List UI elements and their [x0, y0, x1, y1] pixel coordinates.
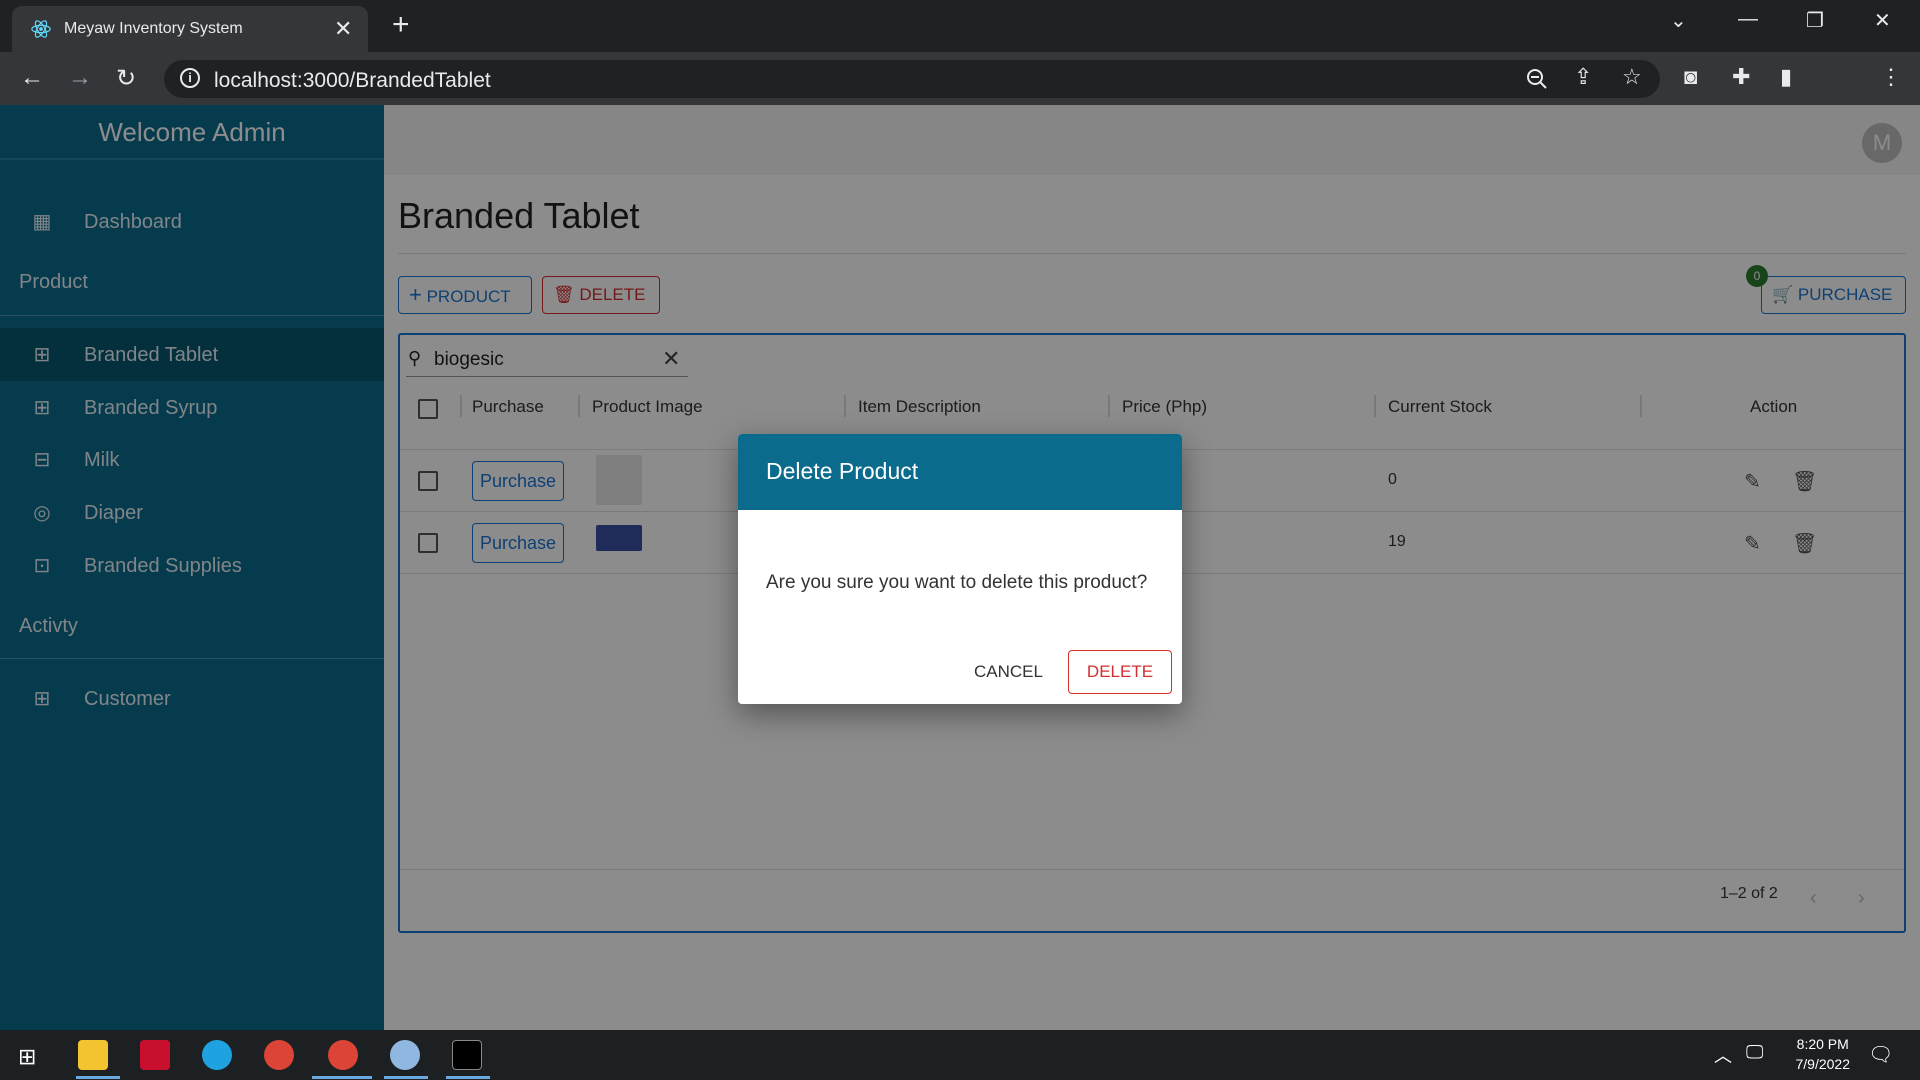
bookmark-star-icon[interactable]: ☆	[1622, 64, 1642, 90]
dialog-message: Are you sure you want to delete this pro…	[766, 572, 1148, 593]
side-panel-icon[interactable]: ▮	[1780, 64, 1792, 90]
running-indicator	[446, 1076, 490, 1079]
running-indicator	[312, 1076, 372, 1079]
zoom-icon[interactable]	[1526, 68, 1548, 90]
garena-icon[interactable]	[140, 1040, 170, 1070]
browser-tab[interactable]: Meyaw Inventory System ✕	[12, 6, 368, 52]
system-clock[interactable]: 8:20 PM 7/9/2022	[1796, 1034, 1851, 1074]
dialog-header: Delete Product	[738, 434, 1182, 510]
back-icon[interactable]: ←	[20, 64, 44, 92]
running-indicator	[384, 1076, 428, 1079]
dialog-title: Delete Product	[766, 458, 919, 484]
new-tab-icon[interactable]: +	[392, 8, 410, 42]
windows-taskbar: ⊞ ︿ 🖵 8:20 PM 7/9/2022 🗨	[0, 1030, 1920, 1080]
file-explorer-icon[interactable]	[78, 1040, 108, 1070]
forward-icon[interactable]: →	[68, 64, 92, 92]
delete-product-dialog: Delete Product Are you sure you want to …	[738, 434, 1182, 704]
chrome-icon[interactable]	[264, 1040, 294, 1070]
edge-icon[interactable]	[202, 1040, 232, 1070]
tray-chevron-icon[interactable]: ︿	[1714, 1042, 1732, 1068]
windows-start-icon[interactable]: ⊞	[18, 1044, 36, 1070]
extensions-icon[interactable]: ✚	[1732, 64, 1750, 90]
reload-icon[interactable]: ↻	[116, 64, 136, 93]
minimize-icon[interactable]: —	[1738, 8, 1758, 31]
running-indicator	[76, 1076, 120, 1079]
tab-search-icon[interactable]: ⌄	[1670, 8, 1687, 33]
address-bar[interactable]: i localhost:3000/BrandedTablet ⇪ ☆	[164, 60, 1660, 98]
chrome-profile-icon[interactable]	[328, 1040, 358, 1070]
confirm-delete-button[interactable]: DELETE	[1068, 650, 1172, 694]
browser-toolbar: ← → ↻ i localhost:3000/BrandedTablet ⇪ ☆…	[0, 52, 1920, 146]
restore-icon[interactable]: ❐	[1806, 8, 1824, 33]
notification-icon[interactable]: 🗨	[1868, 1042, 1893, 1067]
browser-tab-bar: Meyaw Inventory System ✕ + ⌄ — ❐ ✕	[0, 0, 1920, 52]
react-icon	[31, 20, 51, 38]
tab-title: Meyaw Inventory System	[64, 20, 243, 37]
terminal-icon[interactable]	[452, 1040, 482, 1070]
clock-date: 7/9/2022	[1795, 1056, 1851, 1072]
camera-icon[interactable]: ◙	[1684, 64, 1697, 90]
site-info-icon[interactable]: i	[180, 68, 200, 88]
share-icon[interactable]: ⇪	[1574, 64, 1592, 90]
network-icon[interactable]: 🖵	[1746, 1042, 1763, 1063]
close-tab-icon[interactable]: ✕	[334, 16, 352, 42]
close-window-icon[interactable]: ✕	[1874, 8, 1891, 33]
menu-kebab-icon[interactable]: ⋮	[1880, 64, 1902, 90]
cancel-button[interactable]: CANCEL	[974, 662, 1043, 682]
clock-time: 8:20 PM	[1796, 1036, 1849, 1052]
url-text: localhost:3000/BrandedTablet	[214, 69, 491, 92]
paint-icon[interactable]	[390, 1040, 420, 1070]
